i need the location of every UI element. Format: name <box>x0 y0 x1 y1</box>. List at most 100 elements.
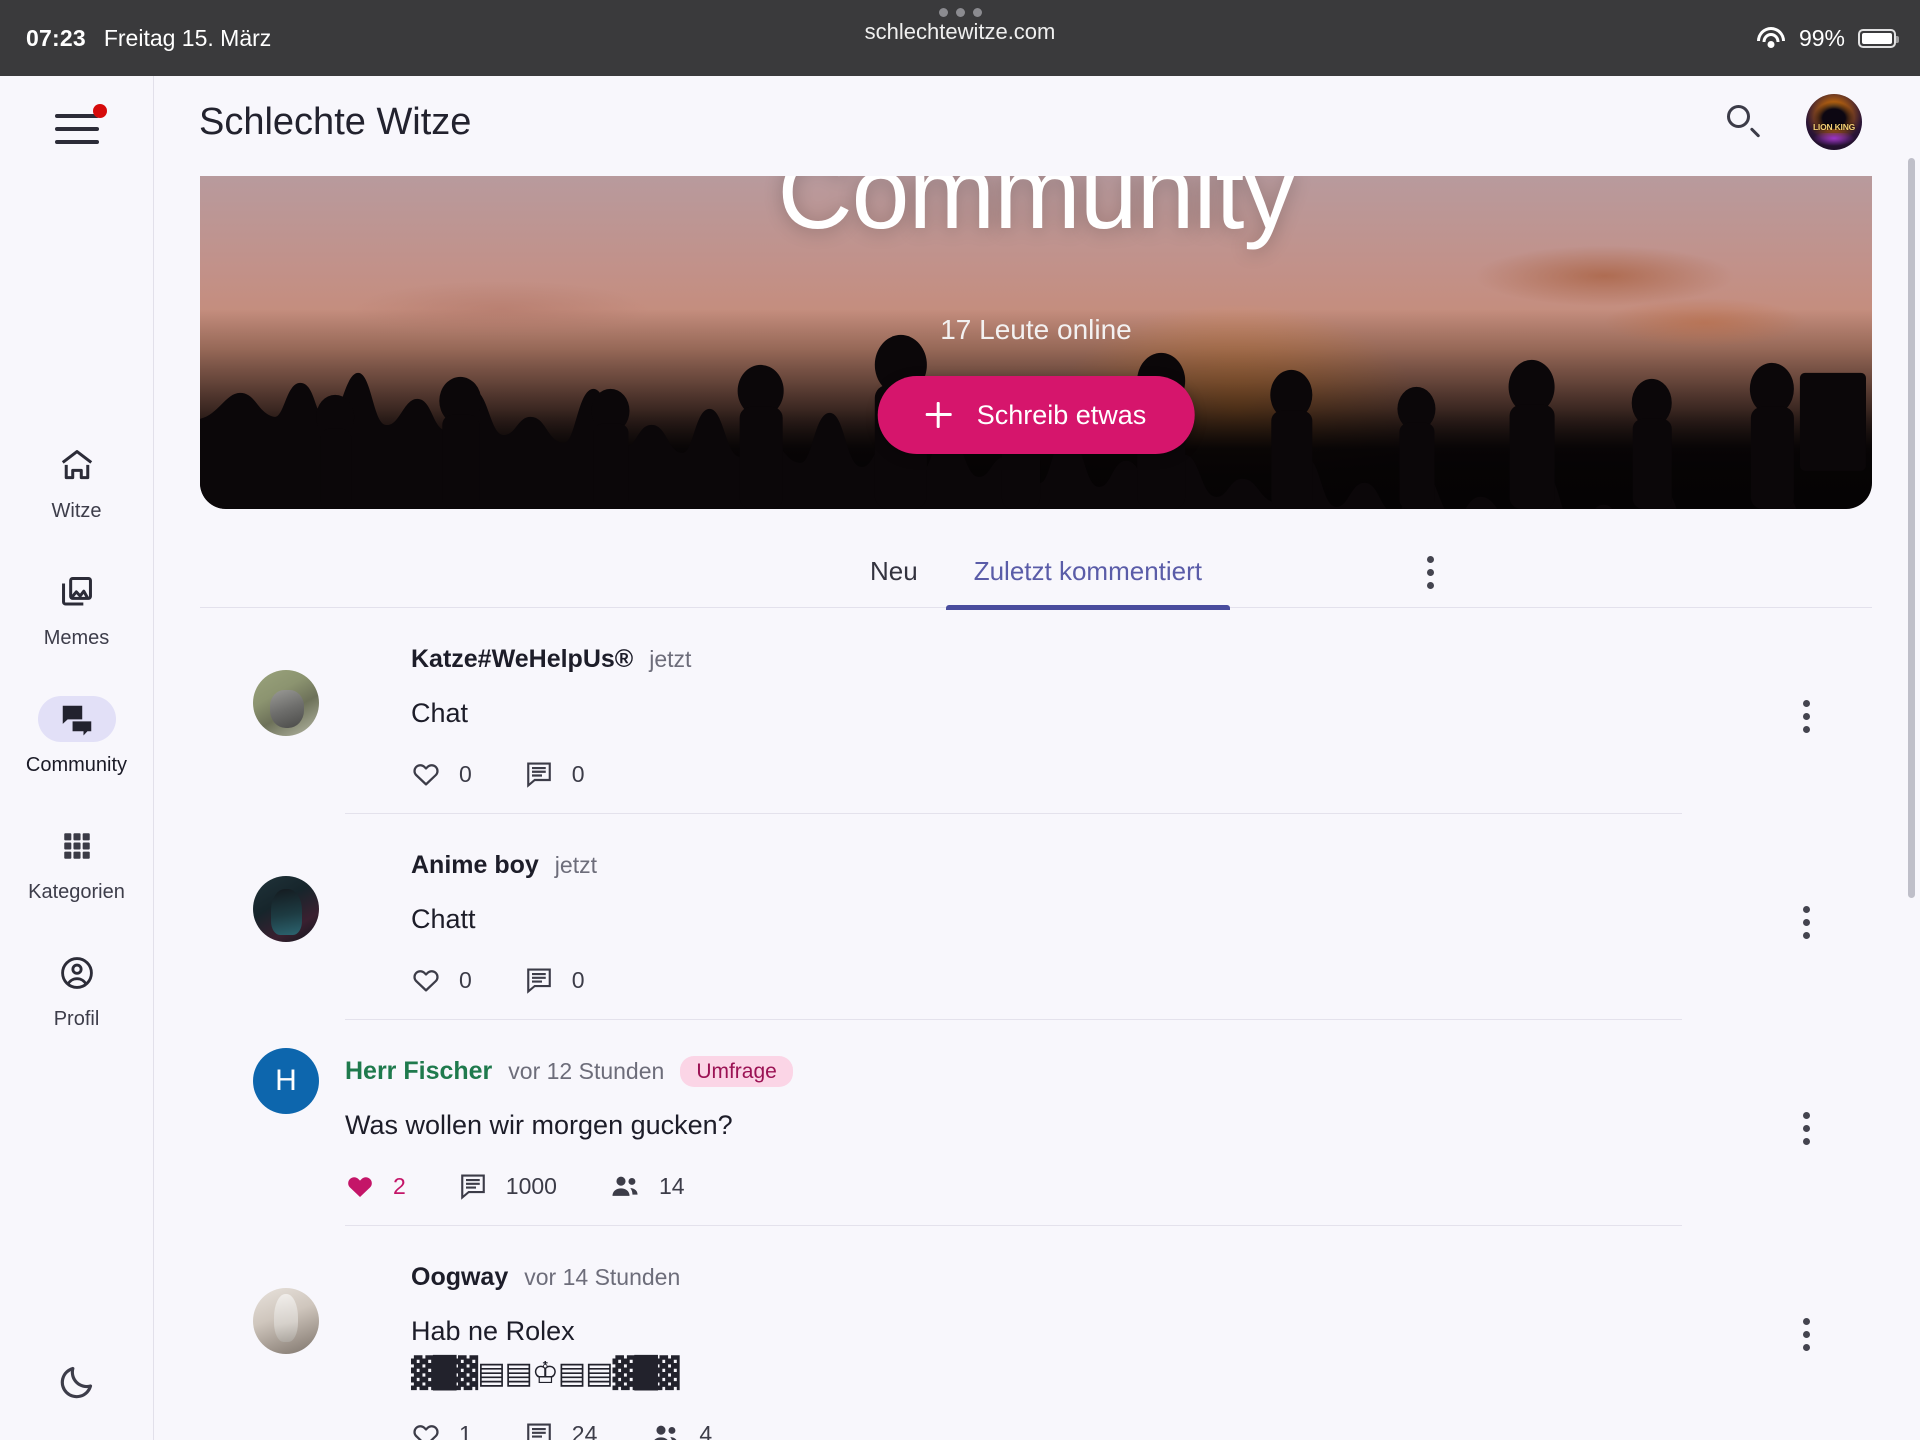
participants-button[interactable]: 4 <box>649 1419 712 1440</box>
post-stats: 0 0 <box>411 757 1682 791</box>
post-body: Katze#WeHelpUs® jetzt Chat 0 0 <box>411 642 1682 791</box>
like-button[interactable]: 2 <box>345 1171 406 1201</box>
post-text: Chat <box>411 698 469 728</box>
post-kebab-menu-icon[interactable] <box>1802 1112 1810 1146</box>
chat-bubbles-icon <box>37 696 116 742</box>
header-actions: LION KING <box>1726 94 1862 150</box>
post-header: Anime boy jetzt <box>411 848 1682 882</box>
post-header: Oogway vor 14 Stunden <box>411 1260 1682 1294</box>
post-author[interactable]: Herr Fischer <box>345 1057 492 1086</box>
grid-icon <box>38 823 116 869</box>
app-window: Witze Memes Community Kategorien Profil … <box>0 76 1920 1440</box>
post-author[interactable]: Katze#WeHelpUs® <box>411 645 633 674</box>
comment-button[interactable]: 1000 <box>458 1171 557 1201</box>
sidebar-item-label: Witze <box>51 500 102 522</box>
post-text: Was wollen wir morgen gucken? <box>345 1110 733 1141</box>
status-bar-right: 99% <box>1756 0 1899 76</box>
comment-count: 0 <box>571 966 585 993</box>
tabs-kebab-menu-icon[interactable] <box>1426 556 1434 589</box>
post-kebab-menu-icon[interactable] <box>1802 700 1810 733</box>
sidebar-item-witze[interactable]: Witze <box>17 442 137 523</box>
hero-title: Community <box>777 176 1296 251</box>
page-scrollbar[interactable] <box>1908 158 1915 898</box>
post-author[interactable]: Oogway <box>411 1263 508 1292</box>
avatar[interactable] <box>253 876 319 943</box>
schreib-etwas-label: Schreib etwas <box>976 399 1147 430</box>
wifi-icon <box>1756 27 1786 49</box>
post-stats: 1 24 4 <box>411 1418 1682 1440</box>
sidebar-item-kategorien[interactable]: Kategorien <box>17 823 137 904</box>
post-body: Herr Fischer vor 12 Stunden Umfrage Was … <box>345 1054 1682 1203</box>
post-body: Anime boy jetzt Chatt 0 0 <box>411 848 1682 997</box>
post-item: H Herr Fischer vor 12 Stunden Umfrage Wa… <box>253 1020 1810 1227</box>
avatar[interactable]: H <box>253 1048 319 1115</box>
post-kebab-menu-icon[interactable] <box>1802 906 1810 940</box>
notification-dot <box>92 104 107 118</box>
sidebar-item-memes[interactable]: Memes <box>17 569 137 650</box>
like-count: 0 <box>459 966 472 993</box>
post-item: Katze#WeHelpUs® jetzt Chat 0 0 <box>253 608 1810 815</box>
comment-count: 0 <box>571 760 585 787</box>
like-button[interactable]: 0 <box>411 965 472 995</box>
status-badge: Umfrage <box>680 1055 793 1087</box>
url-label[interactable]: schlechtewitze.com <box>865 19 1056 45</box>
status-bar-center: schlechtewitze.com <box>0 0 1920 45</box>
post-kebab-menu-icon[interactable] <box>1802 1318 1810 1352</box>
account-circle-icon <box>38 950 116 996</box>
post-body: Oogway vor 14 Stunden Hab ne Rolex ▓█▓▤▤… <box>411 1260 1682 1440</box>
tab-zuletzt-kommentiert[interactable]: Zuletzt kommentiert <box>945 536 1231 610</box>
plus-icon <box>925 402 952 428</box>
avatar[interactable] <box>253 670 319 736</box>
date-label: Freitag 15. März <box>103 24 272 51</box>
like-button[interactable]: 0 <box>411 759 472 789</box>
avatar[interactable] <box>253 1288 319 1355</box>
user-avatar[interactable]: LION KING <box>1806 94 1862 150</box>
sidebar-item-community[interactable]: Community <box>17 696 137 777</box>
comment-count: 1000 <box>505 1172 557 1199</box>
post-author[interactable]: Anime boy <box>411 851 539 880</box>
comment-button[interactable]: 0 <box>524 965 585 995</box>
tab-neu[interactable]: Neu <box>842 536 946 608</box>
post-stats: 2 1000 14 <box>345 1169 1682 1203</box>
online-count: 17 Leute online <box>940 314 1132 345</box>
three-dots-icon[interactable] <box>938 8 982 17</box>
sidebar-item-label: Community <box>25 754 128 776</box>
app-header: Schlechte Witze LION KING <box>154 76 1920 168</box>
schreib-etwas-button[interactable]: Schreib etwas <box>877 376 1195 454</box>
battery-icon <box>1858 28 1899 48</box>
post-ascii-art: ▓█▓▤▤♔▤▤▓█▓ <box>411 1356 680 1392</box>
sidebar-item-label: Kategorien <box>28 881 125 903</box>
like-button[interactable]: 1 <box>411 1420 472 1440</box>
sidebar-nav: Witze Memes Community Kategorien Profil <box>17 442 137 1031</box>
post-text: Chatt <box>411 904 476 935</box>
post-header: Katze#WeHelpUs® jetzt <box>411 642 1682 676</box>
participants-button[interactable]: 14 <box>609 1170 685 1202</box>
comment-button[interactable]: 0 <box>524 759 585 789</box>
post-header: Herr Fischer vor 12 Stunden Umfrage <box>345 1054 1682 1088</box>
like-count: 2 <box>393 1172 406 1199</box>
post-stats: 0 0 <box>411 963 1682 997</box>
ios-status-bar: 07:23 Freitag 15. März schlechtewitze.co… <box>0 0 1920 76</box>
post-text: Hab ne Rolex <box>411 1316 575 1347</box>
clock: 07:23 <box>26 24 86 51</box>
moon-icon[interactable] <box>57 1362 97 1402</box>
like-count: 0 <box>459 760 472 787</box>
hamburger-menu-icon[interactable] <box>49 104 107 152</box>
home-icon <box>38 442 116 488</box>
sidebar-item-profil[interactable]: Profil <box>17 950 137 1031</box>
post-time: vor 12 Stunden <box>508 1057 665 1084</box>
comment-button[interactable]: 24 <box>524 1420 597 1440</box>
sidebar-item-label: Memes <box>43 627 110 649</box>
sidebar-item-label: Profil <box>53 1008 100 1030</box>
battery-percent: 99% <box>1798 24 1845 51</box>
participants-count: 14 <box>658 1172 685 1199</box>
image-icon <box>38 569 116 615</box>
participants-count: 4 <box>699 1421 713 1440</box>
search-icon[interactable] <box>1726 104 1762 140</box>
feed-tabs: Neu Zuletzt kommentiert <box>200 536 1872 610</box>
post-time: jetzt <box>649 645 692 672</box>
community-hero-banner: Community 17 Leute online Schreib etwas <box>200 176 1872 509</box>
post-item: Anime boy jetzt Chatt 0 0 <box>253 814 1810 1021</box>
post-time: jetzt <box>554 851 597 878</box>
like-count: 1 <box>459 1421 472 1440</box>
